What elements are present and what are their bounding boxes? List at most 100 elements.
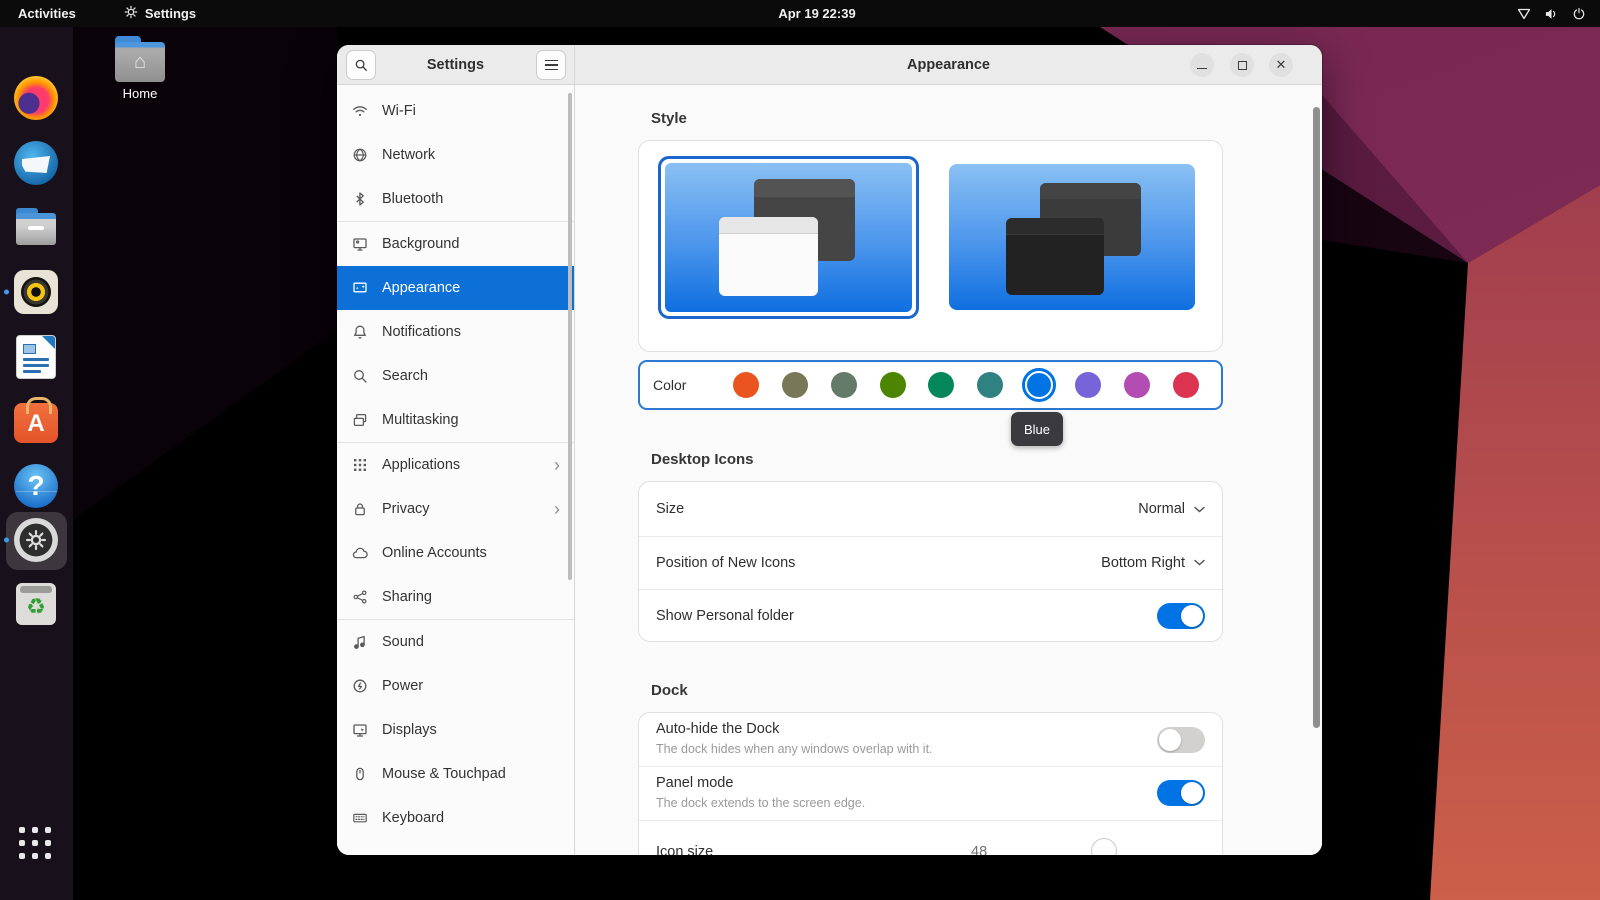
libreoffice-writer-icon bbox=[16, 335, 56, 379]
style-option-light[interactable] bbox=[658, 156, 919, 319]
row-label: Panel mode bbox=[656, 775, 733, 791]
dock: ? ♻ bbox=[0, 27, 73, 900]
color-swatch-red[interactable] bbox=[1173, 372, 1199, 398]
sidebar-item-search[interactable]: Search bbox=[337, 354, 574, 398]
sidebar-item-multitasking[interactable]: Multitasking bbox=[337, 398, 574, 442]
style-heading: Style bbox=[651, 110, 687, 127]
lock-icon bbox=[352, 501, 368, 517]
system-status-area[interactable] bbox=[1517, 0, 1586, 27]
globe-icon bbox=[352, 147, 368, 163]
row-size[interactable]: Size Normal bbox=[639, 482, 1222, 536]
color-swatch-purple[interactable] bbox=[1075, 372, 1101, 398]
show-applications-button[interactable] bbox=[19, 827, 63, 871]
row-label: Size bbox=[656, 501, 684, 517]
hamburger-icon bbox=[545, 60, 558, 71]
sidebar-item-notifications[interactable]: Notifications bbox=[337, 310, 574, 354]
display-icon bbox=[352, 722, 368, 738]
color-swatch-bark[interactable] bbox=[782, 372, 808, 398]
appearance-icon bbox=[352, 280, 368, 296]
sidebar-item-network[interactable]: Network bbox=[337, 133, 574, 177]
sidebar-item-label: Keyboard bbox=[382, 810, 444, 826]
chevron-right-icon: › bbox=[554, 500, 560, 518]
mouse-icon bbox=[352, 766, 368, 782]
sidebar-item-appearance[interactable]: Appearance bbox=[337, 266, 574, 310]
row-position-new-icons[interactable]: Position of New Icons Bottom Right bbox=[639, 536, 1222, 589]
dock-item-thunderbird[interactable] bbox=[14, 141, 58, 185]
row-label: Auto-hide the Dock bbox=[656, 721, 779, 737]
sidebar-item-online-accounts[interactable]: Online Accounts bbox=[337, 531, 574, 575]
toggle-auto-hide-dock[interactable] bbox=[1157, 727, 1205, 753]
wifi-icon bbox=[352, 103, 368, 119]
sidebar-scrollbar[interactable] bbox=[568, 93, 572, 580]
sidebar-item-label: Notifications bbox=[382, 324, 461, 340]
sidebar-item-label: Appearance bbox=[382, 280, 460, 296]
sidebar-item-label: Online Accounts bbox=[382, 545, 487, 561]
power-icon bbox=[1572, 7, 1586, 21]
help-icon: ? bbox=[14, 464, 58, 508]
window-titlebar[interactable]: Appearance ✕ bbox=[575, 45, 1322, 85]
sidebar-item-sound[interactable]: Sound bbox=[337, 620, 574, 664]
close-button[interactable]: ✕ bbox=[1269, 53, 1293, 77]
thunderbird-icon bbox=[14, 141, 58, 185]
clock[interactable]: Apr 19 22:39 bbox=[778, 0, 855, 27]
row-label: Icon size bbox=[656, 844, 713, 855]
main-scrollbar[interactable] bbox=[1313, 107, 1320, 728]
sidebar-item-label: Displays bbox=[382, 722, 437, 738]
color-swatch-magenta[interactable] bbox=[1124, 372, 1150, 398]
dock-item-files[interactable] bbox=[14, 205, 58, 249]
network-icon bbox=[1517, 8, 1531, 20]
settings-gear-icon bbox=[14, 518, 58, 562]
color-swatch-olive[interactable] bbox=[880, 372, 906, 398]
dock-item-help[interactable]: ? bbox=[14, 464, 58, 508]
power-icon bbox=[352, 678, 368, 694]
sidebar-item-label: Network bbox=[382, 147, 435, 163]
style-option-dark[interactable] bbox=[949, 164, 1195, 310]
cloud-icon bbox=[352, 545, 368, 561]
color-swatch-orange[interactable] bbox=[733, 372, 759, 398]
sidebar-item-label: Background bbox=[382, 236, 459, 252]
sidebar-item-wifi[interactable]: Wi-Fi bbox=[337, 89, 574, 133]
running-indicator bbox=[4, 538, 9, 543]
sidebar-item-label: Sharing bbox=[382, 589, 432, 605]
dock-item-settings[interactable] bbox=[14, 518, 58, 562]
color-swatch-sage[interactable] bbox=[831, 372, 857, 398]
color-swatch-blue-selected[interactable] bbox=[1022, 368, 1056, 402]
maximize-button[interactable] bbox=[1230, 53, 1254, 77]
chevron-right-icon: › bbox=[554, 456, 560, 474]
sidebar-item-mouse-touchpad[interactable]: Mouse & Touchpad bbox=[337, 752, 574, 796]
dock-item-ubuntu-software[interactable] bbox=[14, 399, 58, 443]
dock-item-rhythmbox[interactable] bbox=[14, 270, 58, 314]
toggle-panel-mode[interactable] bbox=[1157, 780, 1205, 806]
sidebar-item-keyboard[interactable]: Keyboard bbox=[337, 796, 574, 840]
dock-item-firefox[interactable] bbox=[14, 76, 58, 120]
dropdown-value: Bottom Right bbox=[1101, 555, 1185, 571]
sidebar-item-power[interactable]: Power bbox=[337, 664, 574, 708]
sidebar-item-privacy[interactable]: Privacy › bbox=[337, 487, 574, 531]
row-sublabel: The dock hides when any windows overlap … bbox=[656, 742, 933, 756]
desktop-icon-home[interactable]: ⌂ Home bbox=[104, 36, 176, 101]
bell-icon bbox=[352, 324, 368, 340]
toggle-show-personal-folder[interactable] bbox=[1157, 603, 1205, 629]
sidebar: Settings Wi-Fi Network Bluetooth Backgro… bbox=[337, 45, 575, 855]
magnifier-icon bbox=[352, 368, 368, 384]
main-pane: Appearance ✕ Style Light D bbox=[575, 45, 1322, 855]
sidebar-item-bluetooth[interactable]: Bluetooth bbox=[337, 177, 574, 221]
menu-button[interactable] bbox=[536, 50, 566, 80]
activities-button[interactable]: Activities bbox=[18, 6, 76, 21]
slider-handle[interactable] bbox=[1091, 838, 1117, 855]
firefox-icon bbox=[14, 76, 58, 120]
color-swatch-viridian[interactable] bbox=[928, 372, 954, 398]
minimize-button[interactable] bbox=[1190, 53, 1214, 77]
sidebar-item-sharing[interactable]: Sharing bbox=[337, 575, 574, 619]
tooltip-blue: Blue bbox=[1011, 412, 1063, 446]
dock-item-libreoffice-writer[interactable] bbox=[14, 335, 58, 379]
sidebar-item-label: Applications bbox=[382, 457, 460, 473]
row-label: Show Personal folder bbox=[656, 608, 794, 624]
sidebar-item-background[interactable]: Background bbox=[337, 222, 574, 266]
sidebar-item-displays[interactable]: Displays bbox=[337, 708, 574, 752]
sidebar-item-applications[interactable]: Applications › bbox=[337, 443, 574, 487]
app-menu-button[interactable]: Settings bbox=[124, 5, 196, 22]
dock-item-trash[interactable]: ♻ bbox=[14, 583, 58, 627]
color-swatch-prussian-green[interactable] bbox=[977, 372, 1003, 398]
home-folder-icon: ⌂ bbox=[112, 36, 168, 82]
